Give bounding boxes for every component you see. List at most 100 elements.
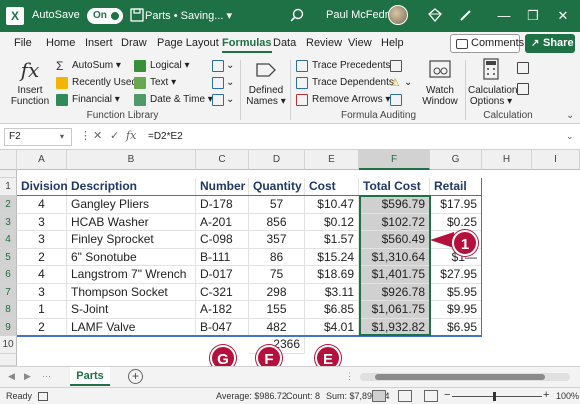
- tab-data[interactable]: Data: [273, 37, 296, 49]
- cell-cost[interactable]: $6.85: [305, 301, 359, 319]
- header-cell-quantity[interactable]: Quantity: [249, 178, 305, 196]
- calculate-now-button[interactable]: [517, 61, 529, 75]
- cell-division[interactable]: 2: [17, 248, 67, 266]
- date-time-button[interactable]: Date & Time ▾: [134, 93, 213, 107]
- zoom-in-icon[interactable]: +: [543, 389, 549, 401]
- tab-view[interactable]: View: [348, 37, 372, 49]
- accessibility-icon[interactable]: [38, 392, 48, 401]
- cell-quantity[interactable]: 482: [249, 318, 305, 336]
- chevron-down-icon[interactable]: ▾: [60, 132, 64, 141]
- cell-cost[interactable]: $0.12: [305, 213, 359, 231]
- cell-cost[interactable]: $4.01: [305, 318, 359, 336]
- cell-quantity[interactable]: 298: [249, 283, 305, 301]
- page-layout-view-icon[interactable]: [398, 390, 412, 402]
- cell-description[interactable]: Finley Sprocket: [67, 231, 196, 249]
- tab-help[interactable]: Help: [381, 37, 404, 49]
- cell-cost[interactable]: $15.24: [305, 248, 359, 266]
- cell-quantity[interactable]: 155: [249, 301, 305, 319]
- sheet-tab-parts[interactable]: Parts: [70, 367, 110, 386]
- defined-names-button[interactable]: Defined Names ▾: [246, 58, 286, 107]
- column-header-b[interactable]: B: [67, 150, 196, 170]
- cell-description[interactable]: LAMF Valve: [67, 318, 196, 336]
- trace-precedents-button[interactable]: Trace Precedents: [296, 59, 391, 73]
- remove-arrows-button[interactable]: Remove Arrows ▾: [296, 93, 390, 107]
- calculation-options-button[interactable]: Calculation Options ▾: [468, 58, 517, 107]
- close-button[interactable]: ✕: [553, 6, 573, 26]
- cell-description[interactable]: 6" Sonotube: [67, 248, 196, 266]
- worksheet-grid[interactable]: A B C D E F G H I 1 2 3 4 5 6 7 8 9 10 D…: [0, 150, 580, 366]
- prev-sheet-icon[interactable]: ◀: [8, 371, 15, 382]
- cell-number[interactable]: A-182: [196, 301, 249, 319]
- horizontal-scrollbar[interactable]: [360, 373, 570, 381]
- cell-retail[interactable]: $6.95: [430, 318, 482, 336]
- more-functions-button[interactable]: ⌄: [212, 93, 234, 107]
- header-cell-retail[interactable]: Retail: [430, 178, 482, 196]
- cell-division[interactable]: 3: [17, 213, 67, 231]
- watch-window-button[interactable]: Watch Window: [420, 58, 460, 107]
- normal-view-icon[interactable]: [372, 390, 386, 402]
- minimize-button[interactable]: —: [494, 6, 514, 26]
- diamond-icon[interactable]: [428, 8, 442, 22]
- tab-file[interactable]: File: [14, 37, 32, 49]
- row-header-7[interactable]: 7: [0, 283, 17, 301]
- tab-home[interactable]: Home: [46, 37, 75, 49]
- row-header-9[interactable]: 9: [0, 318, 17, 336]
- tab-review[interactable]: Review: [306, 37, 342, 49]
- cell-description[interactable]: HCAB Washer: [67, 213, 196, 231]
- add-sheet-button[interactable]: +: [128, 369, 143, 384]
- zoom-level[interactable]: 100%: [556, 391, 579, 401]
- column-header-h[interactable]: H: [482, 150, 532, 170]
- lookup-reference-button[interactable]: ⌄: [212, 59, 234, 73]
- share-button[interactable]: Share: [525, 34, 575, 53]
- cell-number[interactable]: B-047: [196, 318, 249, 336]
- cell-division[interactable]: 3: [17, 283, 67, 301]
- cell-cost[interactable]: $3.11: [305, 283, 359, 301]
- cell-number[interactable]: C-098: [196, 231, 249, 249]
- autosum-button[interactable]: Σ AutoSum ▾: [56, 59, 121, 73]
- insert-function-button[interactable]: fx Insert Function: [10, 58, 50, 107]
- formula-input[interactable]: =D2*E2: [148, 131, 183, 142]
- cancel-icon[interactable]: ✕: [93, 129, 102, 142]
- header-cell-number[interactable]: Number: [196, 178, 249, 196]
- tab-splitter-icon[interactable]: ⋮: [345, 371, 354, 382]
- math-trig-button[interactable]: ⌄: [212, 76, 234, 90]
- row-header-4[interactable]: 4: [0, 231, 17, 249]
- zoom-slider-thumb[interactable]: [493, 392, 496, 401]
- cell-division[interactable]: 2: [17, 318, 67, 336]
- error-checking-button[interactable]: ⚠ ⌄: [390, 76, 412, 90]
- select-all-corner[interactable]: [0, 150, 17, 170]
- cell-description[interactable]: Gangley Pliers: [67, 196, 196, 214]
- recently-used-button[interactable]: Recently Used ▾: [56, 76, 145, 90]
- trace-dependents-button[interactable]: Trace Dependents: [296, 76, 394, 90]
- cell-retail[interactable]: $27.95: [430, 266, 482, 284]
- row-header-3[interactable]: 3: [0, 213, 17, 231]
- calculate-sheet-button[interactable]: [517, 82, 529, 96]
- cell-number[interactable]: B-111: [196, 248, 249, 266]
- column-header-g[interactable]: G: [430, 150, 482, 170]
- cell-number[interactable]: C-321: [196, 283, 249, 301]
- column-header-a[interactable]: A: [17, 150, 67, 170]
- text-button[interactable]: Text ▾: [134, 76, 176, 90]
- expand-formula-icon[interactable]: ⌄: [566, 131, 574, 142]
- autosave-toggle[interactable]: On: [87, 8, 123, 24]
- cell-number[interactable]: A-201: [196, 213, 249, 231]
- more-sheets-icon[interactable]: ⋯: [42, 371, 51, 382]
- row-header-2[interactable]: 2: [0, 196, 17, 214]
- page-break-view-icon[interactable]: [424, 390, 438, 402]
- scrollbar-thumb[interactable]: [375, 374, 545, 380]
- row-header-11[interactable]: [0, 353, 17, 366]
- zoom-slider[interactable]: [452, 396, 542, 397]
- row-header-1[interactable]: 1: [0, 178, 17, 196]
- cell-retail[interactable]: $0.25: [430, 213, 482, 231]
- row-header-6[interactable]: 6: [0, 266, 17, 284]
- cell-division[interactable]: 4: [17, 196, 67, 214]
- cell-number[interactable]: D-017: [196, 266, 249, 284]
- column-header-c[interactable]: C: [196, 150, 249, 170]
- enter-icon[interactable]: ✓: [110, 129, 119, 142]
- document-title[interactable]: Parts • Saving... ▾: [145, 9, 232, 22]
- row-header-10[interactable]: 10: [0, 336, 17, 354]
- cell-retail[interactable]: $17.95: [430, 196, 482, 214]
- status-average[interactable]: Average: $986.72: [216, 391, 287, 401]
- header-cell-division[interactable]: Division: [17, 178, 68, 196]
- header-cell-cost[interactable]: Cost: [305, 178, 359, 196]
